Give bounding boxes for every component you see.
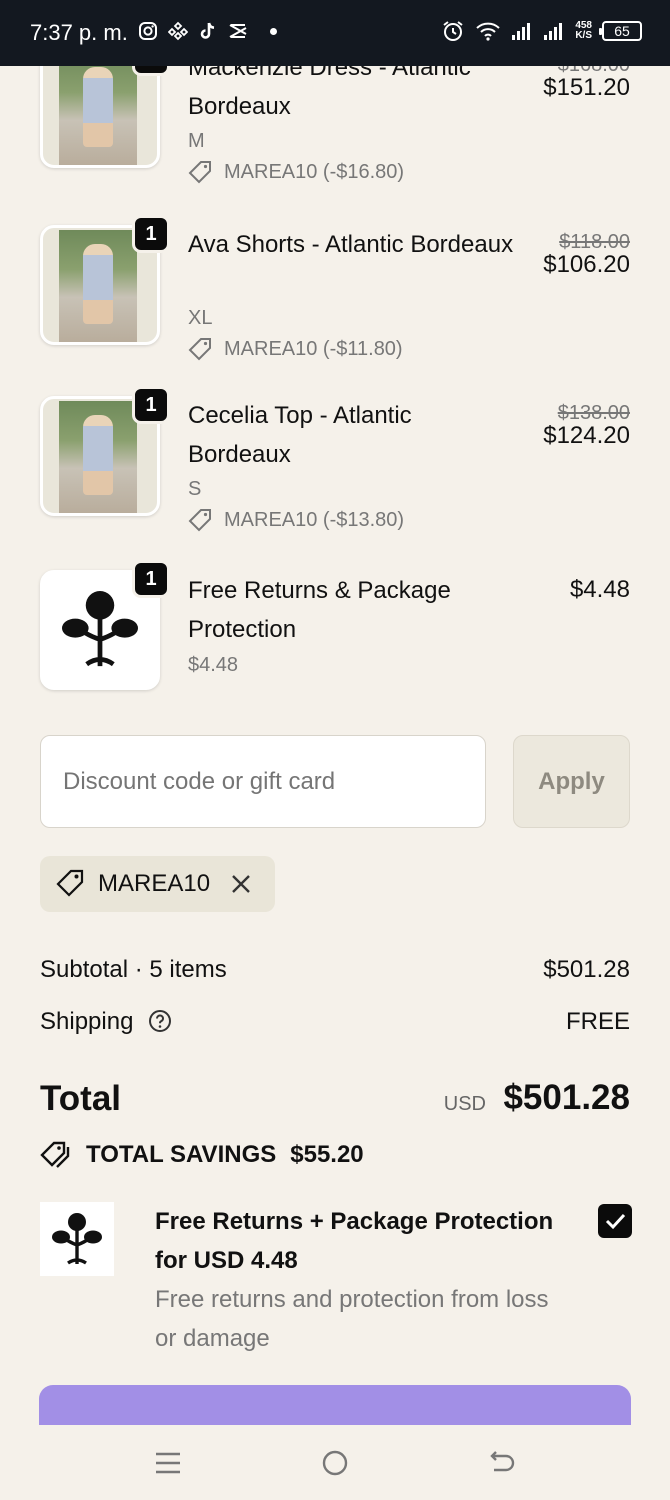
- wifi-icon: [476, 22, 500, 41]
- quantity-badge: 1: [132, 386, 170, 424]
- product-variant: S: [188, 478, 202, 500]
- back-icon[interactable]: [488, 1449, 516, 1477]
- item-discount-text: MAREA10 (-$11.80): [224, 337, 403, 360]
- total-currency: USD: [443, 1093, 486, 1115]
- protection-checkbox[interactable]: [598, 1204, 632, 1238]
- flower-logo-icon: [52, 1213, 102, 1265]
- product-variant: M: [188, 130, 205, 152]
- product-variant: XL: [188, 307, 213, 329]
- tag-icon: [188, 338, 211, 361]
- total-savings: TOTAL SAVINGS $55.20: [40, 1140, 364, 1170]
- tag-icon: [188, 509, 211, 532]
- signal-1-icon: [512, 23, 531, 40]
- pay-button[interactable]: [39, 1385, 631, 1425]
- product-name: Cecelia Top - Atlantic Bordeaux: [188, 402, 412, 468]
- applied-discount-code: MAREA10: [98, 870, 211, 897]
- discount-code-input[interactable]: [40, 735, 486, 828]
- item-discount: MAREA10 (-$13.80): [188, 508, 404, 532]
- home-icon[interactable]: [321, 1449, 349, 1477]
- subtotal-value: $501.28: [543, 956, 630, 983]
- alarm-icon: [443, 21, 463, 41]
- more-notifications-icon: [270, 27, 277, 35]
- checkmark-icon: [605, 1213, 626, 1230]
- help-icon[interactable]: [148, 1009, 172, 1033]
- line-item: 1 Free Returns & Package Protection $4.4…: [40, 560, 630, 692]
- product-name: Ava Shorts - Atlantic Bordeaux: [188, 231, 514, 258]
- shipping-label: Shipping: [40, 1008, 134, 1035]
- product-thumbnail: [40, 66, 160, 168]
- apply-button[interactable]: Apply: [513, 735, 630, 828]
- product-name: Mackenzie Dress - Atlantic Bordeaux: [188, 66, 471, 120]
- savings-label: TOTAL SAVINGS: [86, 1141, 277, 1168]
- checkout-summary: 1 Mackenzie Dress - Atlantic Bordeaux M …: [0, 66, 670, 1425]
- savings-value: $55.20: [290, 1141, 364, 1168]
- tag-icon: [188, 161, 211, 184]
- shipping-value: FREE: [565, 1008, 630, 1035]
- binance-icon: [168, 21, 188, 41]
- quantity-badge: 1: [132, 215, 170, 253]
- shipping-row: Shipping FREE: [40, 1008, 630, 1036]
- network-speed: 458 K/S: [575, 21, 592, 41]
- price: $4.48: [569, 576, 630, 603]
- tiktok-icon: [200, 22, 215, 39]
- network-speed-unit: K/S: [575, 30, 592, 41]
- notification-icons: [138, 21, 277, 41]
- price: $151.20: [543, 74, 630, 101]
- signal-2-icon: [544, 23, 563, 40]
- status-bar: 7:37 p. m. 458 K/S 65: [0, 0, 670, 66]
- subtotal-row: Subtotal · 5 items $501.28: [40, 956, 630, 984]
- tag-icon: [56, 869, 84, 897]
- menu-icon[interactable]: [154, 1449, 182, 1477]
- quantity-badge: 1: [132, 66, 170, 76]
- savings-tag-icon: [40, 1141, 70, 1168]
- total-value: $501.28: [503, 1078, 630, 1117]
- applied-discount-chip: MAREA10: [40, 856, 275, 912]
- item-discount: MAREA10 (-$16.80): [188, 160, 404, 184]
- item-discount-text: MAREA10 (-$16.80): [224, 160, 405, 183]
- product-name: Free Returns & Package Protection: [188, 577, 451, 643]
- line-item: 1 Cecelia Top - Atlantic Bordeaux S MARE…: [40, 386, 630, 541]
- battery-icon: 65: [599, 21, 642, 41]
- system-nav-bar: [0, 1425, 670, 1500]
- protection-option: Free Returns + Package Protection for US…: [40, 1202, 632, 1362]
- item-discount-text: MAREA10 (-$13.80): [224, 508, 405, 531]
- protection-title: Free Returns + Package Protection for US…: [155, 1208, 554, 1274]
- price: $106.20: [543, 251, 630, 278]
- product-variant: $4.48: [188, 654, 239, 676]
- instagram-icon: [139, 22, 157, 40]
- capcut-icon: [229, 24, 247, 38]
- item-discount: MAREA10 (-$11.80): [188, 337, 403, 361]
- quantity-badge: 1: [132, 560, 170, 598]
- subtotal-label: Subtotal · 5 items: [40, 956, 227, 983]
- line-item: 1 Mackenzie Dress - Atlantic Bordeaux M …: [40, 66, 630, 193]
- protection-description: Free returns and protection from loss or…: [155, 1286, 549, 1352]
- price: $124.20: [543, 422, 630, 449]
- line-item: 1 Ava Shorts - Atlantic Bordeaux XL MARE…: [40, 215, 630, 370]
- clock: 7:37 p. m.: [30, 20, 128, 45]
- total-label: Total: [40, 1079, 122, 1118]
- system-icons: 458 K/S 65: [441, 19, 642, 43]
- protection-logo: [40, 1202, 114, 1276]
- discount-form: Apply: [40, 735, 630, 828]
- remove-discount-icon[interactable]: [230, 873, 252, 895]
